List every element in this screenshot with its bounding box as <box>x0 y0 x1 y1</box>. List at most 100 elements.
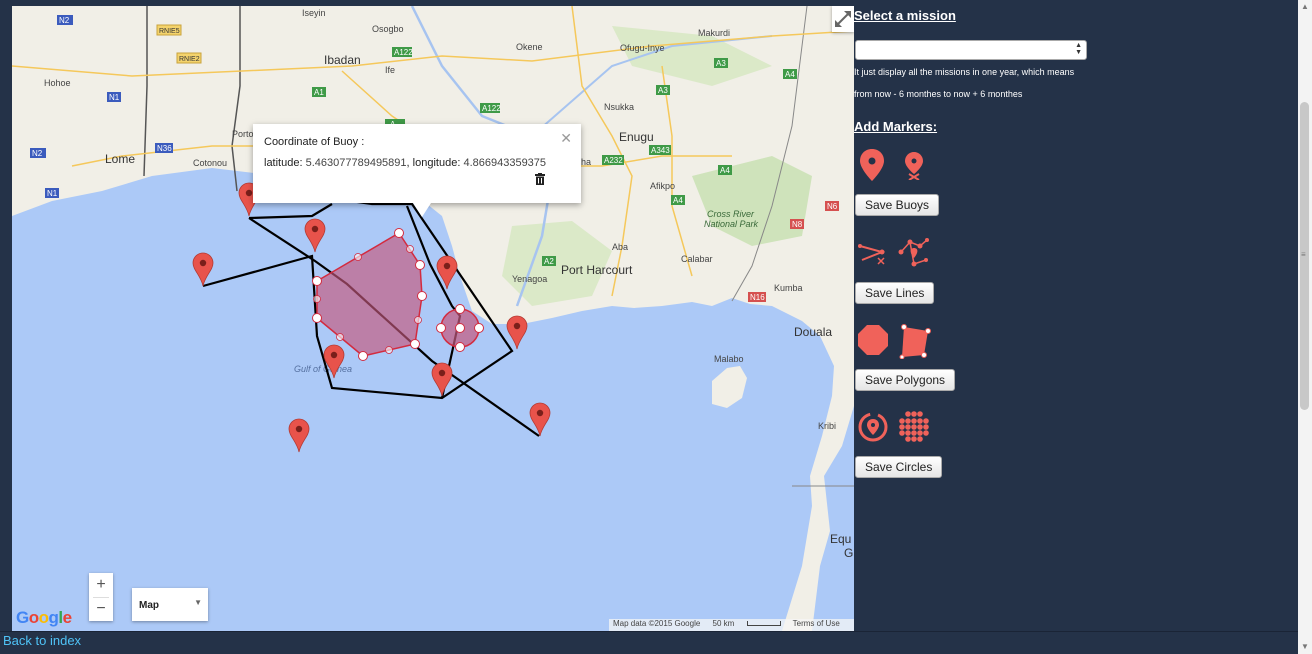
save-polygons-button[interactable]: Save Polygons <box>855 369 956 391</box>
polyline-4 <box>248 203 333 220</box>
road-shield: N1 <box>107 92 121 102</box>
map-data-text: Map data ©2015 Google <box>613 619 701 628</box>
place-label: Malabo <box>714 354 744 364</box>
svg-text:A122: A122 <box>394 48 413 57</box>
drawn-polygon[interactable] <box>312 228 427 361</box>
longitude-value: 4.866943359375 <box>463 157 547 169</box>
place-label: National Park <box>704 219 759 229</box>
svg-text:N6: N6 <box>827 202 838 211</box>
select-mission-heading: Select a mission <box>854 8 956 23</box>
place-label: Gulf of Guinea <box>294 364 352 374</box>
road-shield: A3 <box>714 58 728 68</box>
place-label: Cross River <box>707 209 755 219</box>
place-label: Osogbo <box>372 24 404 34</box>
buoy-marker[interactable] <box>506 315 528 350</box>
road-shield: A1 <box>312 87 326 97</box>
info-coordinates: latitude: 5.463077789495891, longitude: … <box>264 157 547 169</box>
scale-label: 50 km <box>712 619 735 628</box>
place-label: Kumba <box>774 283 803 293</box>
place-label: Iseyin <box>302 8 326 18</box>
marker-icon[interactable] <box>860 149 884 181</box>
map-type-select[interactable]: Map ▼ <box>132 588 208 621</box>
map-canvas[interactable]: Iseyin Osogbo Ibadan Ife Okene Ofugu-Iny… <box>12 6 854 631</box>
save-lines-button[interactable]: Save Lines <box>855 282 935 304</box>
latitude-label: latitude: <box>264 157 303 169</box>
save-buoys-button[interactable]: Save Buoys <box>855 194 940 216</box>
road-shield: N16 <box>748 292 766 302</box>
scroll-up-icon[interactable]: ▲ <box>1301 2 1309 11</box>
place-label: Hohoe <box>44 78 71 88</box>
buoy-marker[interactable] <box>192 252 214 287</box>
zoom-control: + − <box>89 573 113 621</box>
place-label: Ibadan <box>324 53 361 67</box>
buoy-marker[interactable] <box>288 418 310 453</box>
place-label: Lome <box>105 152 135 166</box>
back-to-index-link[interactable]: Back to index <box>3 633 81 648</box>
zoom-in-button[interactable]: + <box>89 573 113 597</box>
scroll-down-icon[interactable]: ▼ <box>1301 642 1309 651</box>
svg-text:N36: N36 <box>157 144 172 153</box>
terms-link[interactable]: Terms of Use <box>793 619 840 628</box>
place-label: Port Harcourt <box>561 263 633 277</box>
fullscreen-button[interactable] <box>832 6 854 32</box>
place-label: Yenagoa <box>512 274 547 284</box>
road-shield: N36 <box>155 143 173 153</box>
place-label: G <box>844 546 853 560</box>
place-label: Ife <box>385 65 395 75</box>
svg-text:A232: A232 <box>604 156 623 165</box>
road-shield: A2 <box>542 256 556 266</box>
road-shield: A4 <box>718 165 732 175</box>
line-draw-icon[interactable] <box>858 240 886 266</box>
road-shield: A3 <box>656 85 670 95</box>
buoy-marker[interactable] <box>431 362 453 397</box>
road-shield: RNIE2 <box>176 52 202 64</box>
mission-note-line2: from now - 6 monthes to now + 6 monthes <box>854 89 1023 99</box>
mission-select[interactable]: ▲ ▼ <box>855 40 1087 60</box>
marker-remove-icon[interactable] <box>905 152 923 180</box>
svg-text:A1: A1 <box>314 88 324 97</box>
svg-text:N1: N1 <box>47 189 58 198</box>
expand-icon <box>835 11 851 27</box>
scrollbar[interactable]: ▲ ≡ ▼ <box>1298 0 1312 654</box>
circle-edit-icon[interactable] <box>898 411 930 443</box>
place-label: Calabar <box>681 254 713 264</box>
road-shield: A4 <box>671 195 685 205</box>
buoy-marker[interactable] <box>304 218 326 253</box>
caret-down-icon: ▼ <box>194 598 202 607</box>
road-shield: A122 <box>480 103 501 113</box>
svg-text:A4: A4 <box>720 166 730 175</box>
place-label: Okene <box>516 42 543 52</box>
svg-text:A4: A4 <box>673 196 683 205</box>
road-shield: N6 <box>825 201 839 211</box>
close-icon[interactable]: ✕ <box>560 130 572 147</box>
scale-bar <box>746 621 781 627</box>
road-shield: RNIE5 <box>156 24 182 36</box>
svg-text:N2: N2 <box>32 149 43 158</box>
svg-text:A343: A343 <box>651 146 670 155</box>
map-tiles[interactable]: Iseyin Osogbo Ibadan Ife Okene Ofugu-Iny… <box>12 6 854 631</box>
svg-text:N2: N2 <box>59 16 70 25</box>
place-label: Afikpo <box>650 181 675 191</box>
mission-note-line1: It just display all the missions in one … <box>854 67 1075 77</box>
octagon-icon[interactable] <box>857 324 889 356</box>
save-circles-button[interactable]: Save Circles <box>855 456 943 478</box>
svg-text:A2: A2 <box>544 257 554 266</box>
svg-text:RNIE5: RNIE5 <box>159 28 180 35</box>
road-shield: N8 <box>790 219 804 229</box>
road-shield: A122 <box>392 47 413 57</box>
info-window: Coordinate of Buoy : latitude: 5.4630777… <box>253 124 581 217</box>
latitude-value: 5.463077789495891 <box>305 157 407 169</box>
road-shield: N2 <box>30 148 46 158</box>
zoom-out-button[interactable]: − <box>89 597 113 621</box>
trash-icon[interactable] <box>535 173 545 185</box>
road-shield: N1 <box>45 188 59 198</box>
line-edit-icon[interactable] <box>898 236 930 268</box>
polygon-edit-icon[interactable] <box>898 323 932 359</box>
circle-draw-icon[interactable] <box>857 411 889 443</box>
road-shield: A343 <box>649 145 671 155</box>
svg-text:A3: A3 <box>716 59 726 68</box>
scroll-grip-icon: ≡ <box>1301 250 1306 259</box>
svg-text:RNIE2: RNIE2 <box>179 56 200 63</box>
longitude-label: longitude: <box>412 157 461 169</box>
place-label: Ofugu-Inye <box>620 43 665 53</box>
